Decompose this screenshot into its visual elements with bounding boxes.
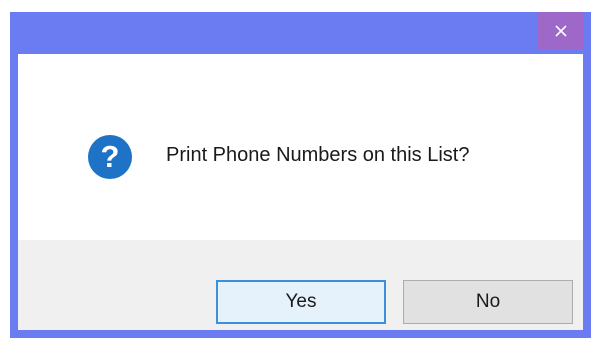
- dialog-message: Print Phone Numbers on this List?: [166, 144, 470, 166]
- button-bar: Yes No: [18, 240, 583, 330]
- dialog-window: ? Print Phone Numbers on this List? Yes …: [10, 12, 591, 338]
- svg-text:?: ?: [101, 139, 120, 174]
- question-icon: ?: [87, 134, 133, 180]
- message-area: ? Print Phone Numbers on this List?: [18, 54, 583, 240]
- title-bar[interactable]: [10, 12, 591, 54]
- no-button[interactable]: No: [403, 280, 573, 324]
- dialog-body: ? Print Phone Numbers on this List? Yes …: [18, 54, 583, 330]
- close-icon: [554, 24, 568, 38]
- yes-button[interactable]: Yes: [216, 280, 386, 324]
- close-button[interactable]: [538, 12, 583, 50]
